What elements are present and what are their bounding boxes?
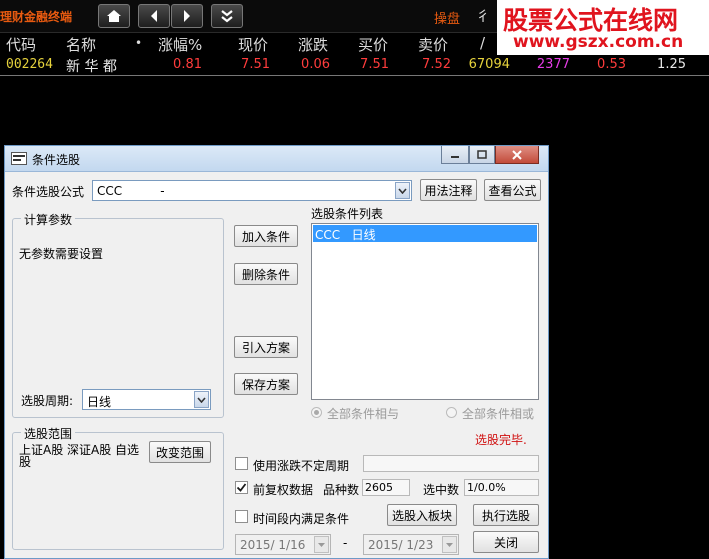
header-cut: / [480,34,486,52]
delete-condition-button[interactable]: 删除条件 [234,263,298,285]
run-select-button[interactable]: 执行选股 [473,504,539,526]
period-combo[interactable]: 日线 [82,389,211,410]
cell-change: 0.06 [301,57,330,72]
dialog-window-icon [11,152,27,165]
condition-list-label: 选股条件列表 [311,207,384,221]
formula-combo[interactable]: CCC - [92,180,412,201]
add-condition-button[interactable]: 加入条件 [234,225,298,247]
condition-list[interactable]: CCC 日线 [311,223,539,400]
params-group-title: 计算参数 [21,211,76,228]
date-from-picker[interactable]: 2015/ 1/16 [235,534,331,555]
watermark-logo: 股票公式在线网 www.gszx.com.cn [497,0,709,55]
app-title: 理财金融终端 [0,10,73,24]
period-value: 日线 [87,395,112,409]
chevron-down-icon [197,396,206,403]
import-scheme-button[interactable]: 引入方案 [234,336,298,358]
close-icon [512,149,522,160]
date-to-picker[interactable]: 2015/ 1/23 [363,534,459,555]
maximize-icon [477,149,487,159]
date-to-dropdown[interactable] [442,536,457,553]
date-from-value: 2015/ 1/16 [240,538,306,552]
formula-value: CCC - [97,184,165,198]
double-chevron-down-icon [221,10,233,23]
cell-volume: 67094 [468,57,510,72]
period-label: 选股周期: [21,394,74,408]
home-button[interactable] [98,4,130,28]
view-formula-button[interactable]: 查看公式 [484,179,541,201]
header-change-pct[interactable]: 涨幅% [158,34,202,54]
arrow-right-icon [184,10,190,22]
variable-period-field[interactable] [363,455,539,472]
condition-select-dialog: 条件选股 条件选股公式 CCC - 用法注释 查看公式 计算参数 无参数需要设置… [4,145,549,559]
radio-all-or[interactable] [446,407,457,418]
date-to-value: 2015/ 1/23 [368,538,434,552]
scope-group-title: 选股范围 [21,425,76,442]
radio-all-and-label: 全部条件相与 [327,407,400,421]
stock-count-label: 品种数 [323,483,360,497]
cell-turnover: 1.25 [657,57,686,72]
home-icon [107,10,121,22]
radio-all-and[interactable] [311,407,322,418]
list-item[interactable]: CCC 日线 [313,225,537,242]
save-scheme-button[interactable]: 保存方案 [234,373,298,395]
cell-current-volume: 2377 [536,57,570,72]
dialog-title: 条件选股 [32,153,81,167]
stock-count-field: 2605 [362,479,410,496]
scope-text: 上证A股 深证A股 自选股 [19,443,140,469]
header-price[interactable]: 现价 [238,34,268,54]
row-divider [0,75,709,76]
chevron-down-icon [398,187,407,194]
header-name[interactable]: 名称 [66,34,96,54]
header-change[interactable]: 涨跌 [298,34,328,54]
checkmark-icon [236,483,247,492]
prev-button[interactable] [138,4,170,28]
chevron-down-icon [446,542,453,547]
time-range-label: 时间段内满足条件 [253,512,350,526]
variable-period-checkbox[interactable] [235,457,248,470]
selected-count-label: 选中数 [423,483,460,497]
next-button[interactable] [171,4,203,28]
minimize-icon [451,155,459,158]
cell-name: 新 华 都 [66,59,117,75]
cell-price: 7.51 [241,57,270,72]
list-item-label: CCC 日线 [315,228,376,242]
prior-adjust-label: 前复权数据 [253,483,314,497]
toolbar-cut-text: 彳 [476,9,490,25]
arrow-left-icon [151,10,157,22]
cell-speed: 0.53 [597,57,626,72]
close-button[interactable]: 关闭 [473,531,539,553]
variable-period-label: 使用涨跌不定周期 [253,459,350,473]
date-separator: - [343,536,348,550]
usage-notes-button[interactable]: 用法注释 [420,179,477,201]
watermark-url: www.gszx.com.cn [513,32,684,52]
dialog-titlebar[interactable]: 条件选股 [5,146,548,172]
header-bid[interactable]: 买价 [358,34,388,54]
trade-link[interactable]: 操盘 [434,8,460,27]
add-to-block-button[interactable]: 选股入板块 [387,504,457,526]
header-code[interactable]: 代码 [6,34,36,54]
no-params-text: 无参数需要设置 [19,247,104,261]
selected-count-field: 1/0.0% [464,479,539,496]
header-ask[interactable]: 卖价 [418,34,448,54]
dropdown-menu-button[interactable] [211,4,243,28]
date-from-dropdown[interactable] [314,536,329,553]
prior-adjust-checkbox[interactable] [235,481,248,494]
formula-label: 条件选股公式 [12,185,85,199]
time-range-checkbox[interactable] [235,510,248,523]
status-text: 选股完毕. [475,433,527,447]
formula-dropdown[interactable] [395,182,410,199]
period-dropdown[interactable] [194,391,209,408]
cell-ask: 7.52 [422,57,451,72]
close-window-button[interactable] [495,146,539,164]
cell-change-pct: 0.81 [173,57,202,72]
minimize-button[interactable] [441,146,469,164]
maximize-button[interactable] [469,146,495,164]
change-scope-button[interactable]: 改变范围 [149,441,211,463]
radio-all-or-label: 全部条件相或 [462,407,535,421]
cell-bid: 7.51 [360,57,389,72]
chevron-down-icon [318,542,325,547]
cell-code: 002264 [6,57,53,72]
header-dot: • [135,36,143,50]
